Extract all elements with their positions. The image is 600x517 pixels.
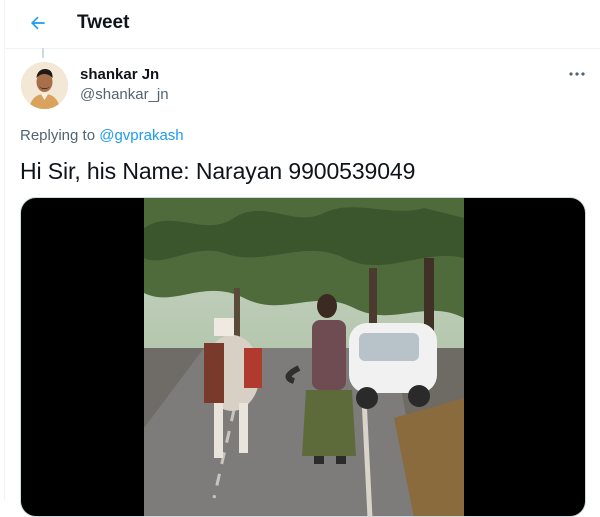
replying-prefix: Replying to: [20, 127, 96, 144]
tweet-text: Hi Sir, his Name: Narayan 9900539049: [20, 158, 416, 184]
profile-photo-icon: [21, 62, 68, 109]
arrow-left-icon: [31, 16, 45, 30]
more-options-button[interactable]: [562, 62, 592, 86]
avatar[interactable]: [21, 62, 68, 109]
page-title: Tweet: [77, 12, 130, 33]
video-thumbnail-icon: [144, 198, 464, 516]
replying-to-link[interactable]: @gvprakash: [99, 127, 183, 144]
tweet-video[interactable]: [20, 197, 586, 517]
author-handle[interactable]: @shankar_jn: [80, 86, 169, 103]
thread-connector-line: [42, 48, 44, 58]
back-button[interactable]: [21, 6, 55, 40]
more-horizontal-icon: [569, 72, 585, 76]
replying-to-line: Replying to @gvprakash: [20, 127, 184, 144]
column-border: [4, 0, 5, 500]
top-header: Tweet: [5, 0, 600, 49]
author-display-name[interactable]: shankar Jn: [80, 66, 159, 83]
